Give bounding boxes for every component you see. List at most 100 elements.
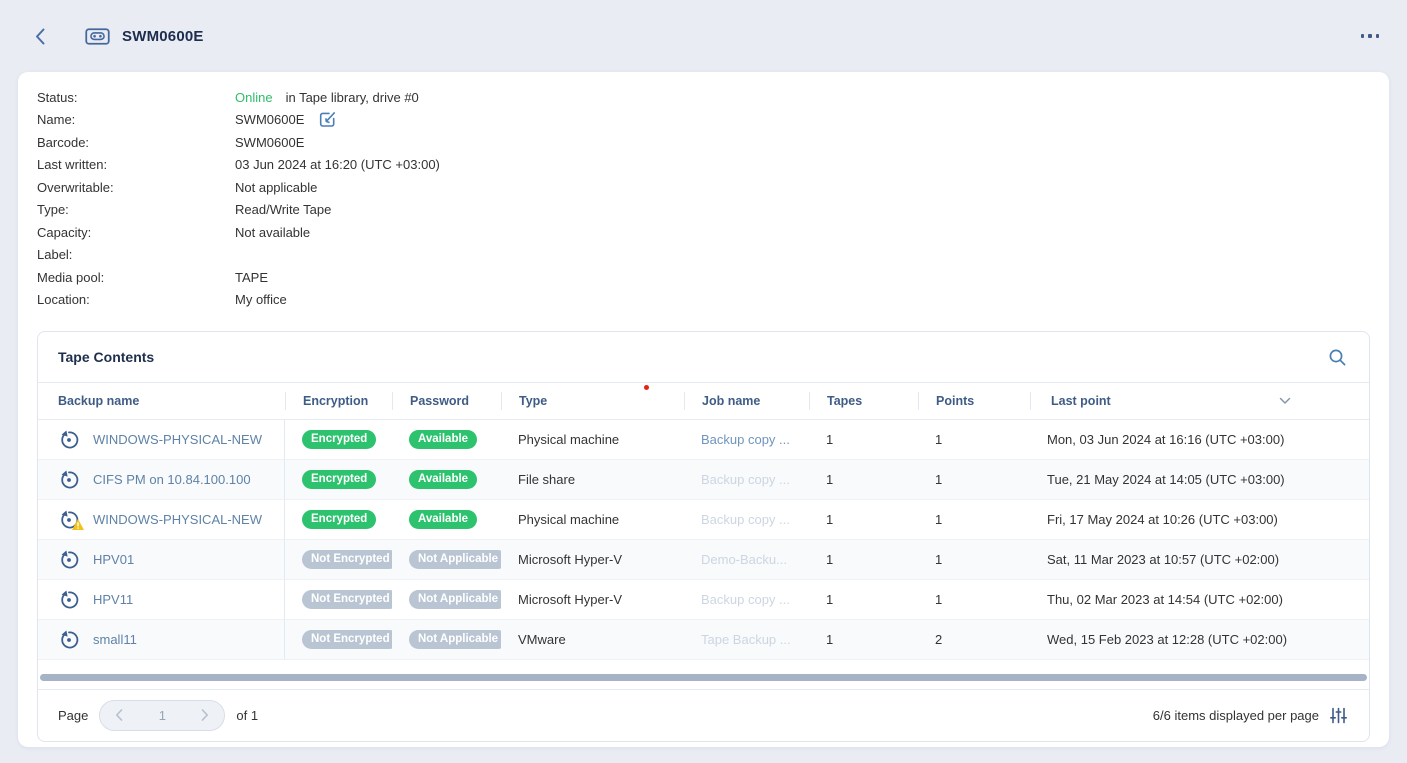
detail-label: Media pool: [37,270,235,285]
password-badge: Available [409,470,477,489]
tape-details-list: Status: Online in Tape library, drive #0… [18,86,1389,311]
password-badge: Not Applicable [409,630,501,649]
tapes-cell: 1 [809,472,918,487]
job-name-link[interactable]: Backup copy ... [684,432,809,447]
detail-value: Not available [235,225,310,240]
job-name-link[interactable]: Backup copy ... [684,472,809,487]
backup-name-link[interactable]: small11 [93,632,137,647]
topbar: SWM0600E [0,0,1407,72]
column-header-backup-name[interactable]: Backup name [38,392,285,410]
pager-control: 1 [99,700,225,731]
tapes-cell: 1 [809,632,918,647]
column-header-password[interactable]: Password [392,392,501,410]
encryption-badge: Encrypted [302,430,376,449]
type-cell: Physical machine [501,512,684,527]
detail-row-name: Name: SWM0600E [37,109,1389,132]
type-cell: File share [501,472,684,487]
backup-name-link[interactable]: CIFS PM on 10.84.100.100 [93,472,251,487]
type-cell: VMware [501,632,684,647]
restore-point-icon [58,509,80,531]
column-header-tapes[interactable]: Tapes [809,392,918,410]
table-row[interactable]: CIFS PM on 10.84.100.100 Encrypted Avail… [38,460,1369,500]
horizontal-scrollbar[interactable] [40,674,1367,681]
backup-name-link[interactable]: WINDOWS-PHYSICAL-NEW [93,432,262,447]
column-header-last-point[interactable]: Last point [1030,392,1369,410]
more-menu-icon[interactable] [1359,28,1382,44]
page-title: SWM0600E [122,28,204,45]
detail-row-barcode: Barcode: SWM0600E [37,131,1389,154]
chevron-left-icon [33,27,48,46]
password-badge: Not Applicable [409,550,501,569]
page-label: Page [58,708,88,723]
detail-label: Overwritable: [37,180,235,195]
points-cell: 1 [918,472,1030,487]
items-per-page-settings-button[interactable] [1330,707,1347,724]
search-icon [1328,348,1347,367]
previous-page-button[interactable] [113,707,125,723]
column-header-encryption[interactable]: Encryption [285,392,392,410]
table-row[interactable]: small11 Not Encrypted.. Not Applicable. … [38,620,1369,660]
backup-name-link[interactable]: WINDOWS-PHYSICAL-NEW [93,512,262,527]
detail-row-status: Status: Online in Tape library, drive #0 [37,86,1389,109]
points-cell: 2 [918,632,1030,647]
detail-label: Status: [37,90,235,105]
name-value: SWM0600E [235,112,304,127]
detail-row-type: Type: Read/Write Tape [37,199,1389,222]
encryption-badge: Not Encrypted [302,630,392,649]
type-cell: Microsoft Hyper-V [501,592,684,607]
table-row[interactable]: WINDOWS-PHYSICAL-NEW Encrypted Available… [38,500,1369,540]
detail-row-location: Location: My office [37,289,1389,312]
password-badge: Available [409,430,477,449]
chevron-left-icon [115,709,123,721]
password-badge: Available [409,510,477,529]
next-page-button[interactable] [199,707,211,723]
column-header-points[interactable]: Points [918,392,1030,410]
sort-descending-icon[interactable] [1279,397,1291,405]
restore-point-icon [58,429,80,451]
detail-label: Name: [37,112,235,127]
job-name-link[interactable]: Tape Backup ... [684,632,809,647]
page-number-input[interactable]: 1 [159,708,166,723]
points-cell: 1 [918,432,1030,447]
column-header-job-name[interactable]: Job name [684,392,809,410]
edit-name-button[interactable] [318,110,337,129]
table-footer: Page 1 of 1 6/6 items displayed per page [38,689,1369,740]
detail-value: TAPE [235,270,268,285]
table-row[interactable]: WINDOWS-PHYSICAL-NEW Encrypted Available… [38,420,1369,460]
detail-value: Not applicable [235,180,317,195]
tapes-cell: 1 [809,512,918,527]
restore-point-icon [58,589,80,611]
restore-point-icon [58,469,80,491]
warning-icon [72,518,84,533]
restore-point-icon [58,549,80,571]
encryption-badge: Not Encrypted [302,590,392,609]
backup-name-link[interactable]: HPV11 [93,592,133,607]
search-button[interactable] [1326,346,1349,369]
tapes-cell: 1 [809,432,918,447]
back-button[interactable] [33,26,51,46]
detail-row-overwritable: Overwritable: Not applicable [37,176,1389,199]
last-point-cell: Mon, 03 Jun 2024 at 16:16 (UTC +03:00) [1030,432,1369,447]
detail-row-last-written: Last written: 03 Jun 2024 at 16:20 (UTC … [37,154,1389,177]
detail-label: Barcode: [37,135,235,150]
encryption-badge: Encrypted [302,470,376,489]
table-row[interactable]: HPV11 Not Encrypted.. Not Applicable. Mi… [38,580,1369,620]
column-header-type[interactable]: Type [501,392,684,410]
detail-row-media-pool: Media pool: TAPE [37,266,1389,289]
last-point-cell: Fri, 17 May 2024 at 10:26 (UTC +03:00) [1030,512,1369,527]
detail-row-capacity: Capacity: Not available [37,221,1389,244]
table-row[interactable]: HPV01 Not Encrypted.. Not Applicable. Mi… [38,540,1369,580]
items-per-page-label: 6/6 items displayed per page [1153,708,1319,723]
points-cell: 1 [918,592,1030,607]
job-name-link[interactable]: Backup copy ... [684,592,809,607]
job-name-link[interactable]: Demo-Backu... [684,552,809,567]
backup-name-link[interactable]: HPV01 [93,552,134,567]
job-name-link[interactable]: Backup copy ... [684,512,809,527]
encryption-badge: Not Encrypted [302,550,392,569]
status-value: Online [235,90,273,105]
detail-value: SWM0600E [235,135,304,150]
tape-contents-title: Tape Contents [58,349,154,365]
detail-value: Read/Write Tape [235,202,331,217]
page-total-label: of 1 [236,708,258,723]
detail-label: Last written: [37,157,235,172]
